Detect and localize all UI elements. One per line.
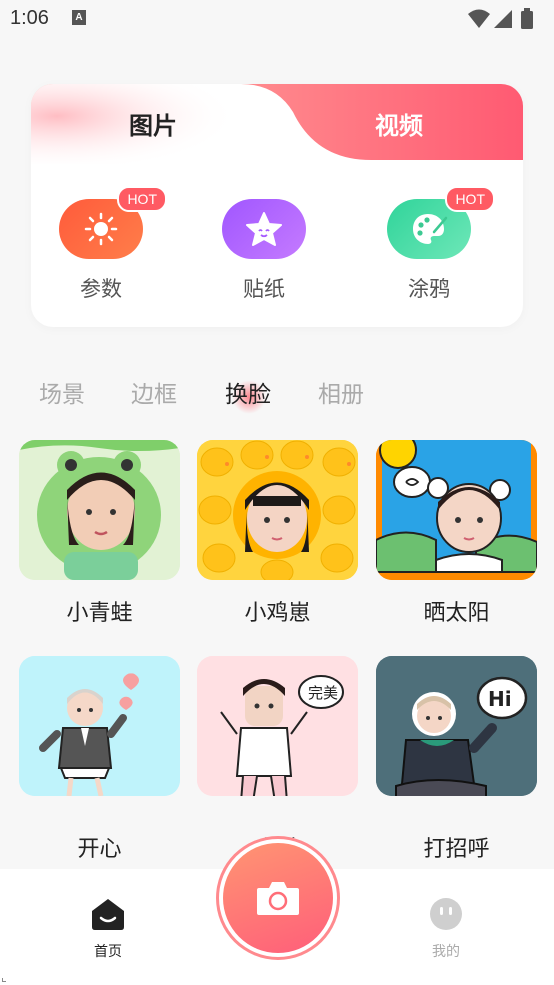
perfect-sticker-text: 完美 — [308, 684, 338, 702]
tool-doodle-label: 涂鸦 — [408, 277, 450, 301]
happy-illustration — [19, 656, 180, 796]
template-label: 开心 — [77, 837, 122, 862]
frog-illustration — [19, 440, 180, 580]
template-label: 打招呼 — [423, 837, 490, 862]
sun-icon — [84, 212, 118, 246]
palette-icon — [413, 214, 448, 244]
perfect-illustration: 完美 — [197, 656, 358, 796]
tool-doodle[interactable]: HOT 涂鸦 — [387, 186, 495, 303]
tool-stickers-label: 贴纸 — [243, 277, 285, 301]
status-time: 1:06 — [10, 7, 49, 29]
tab-picture[interactable]: 图片 — [129, 106, 177, 141]
tools-card: 图片 视频 HOT 参数 贴纸 HOT 涂鸦 — [31, 84, 523, 327]
tool-stickers[interactable]: 贴纸 — [222, 199, 306, 303]
signal-icon — [494, 10, 512, 28]
tool-params[interactable]: HOT 参数 — [59, 186, 167, 303]
template-thumb-frog[interactable] — [19, 440, 180, 580]
sunbathing-illustration — [376, 440, 537, 580]
hi-sticker-text: Hi — [488, 687, 512, 711]
camera-button-ring[interactable] — [216, 836, 340, 960]
category-faceswap[interactable]: 换脸 — [225, 375, 271, 409]
nav-home[interactable]: 首页 — [68, 897, 148, 961]
card-tab-background — [31, 84, 523, 164]
template-thumb-happy[interactable] — [19, 656, 180, 796]
star-face-icon — [246, 212, 282, 246]
tab-video[interactable]: 视频 — [375, 106, 423, 141]
battery-icon — [521, 11, 533, 29]
nav-mine-label: 我的 — [432, 944, 460, 960]
status-bar: 1:06 A — [0, 0, 554, 38]
template-thumb-perfect[interactable]: 完美 — [197, 656, 358, 796]
template-thumb-hi[interactable]: Hi — [376, 656, 537, 796]
nav-home-label: 首页 — [94, 944, 122, 960]
camera-icon — [257, 882, 299, 915]
template-label: 小鸡崽 — [244, 601, 311, 626]
profile-face-icon — [430, 898, 462, 930]
wifi-icon — [468, 9, 490, 28]
corner-mark — [2, 978, 6, 982]
camera-button[interactable] — [223, 843, 333, 953]
tool-params-label: 参数 — [80, 277, 122, 301]
chick-illustration — [197, 440, 358, 580]
hot-badge: HOT — [117, 186, 167, 212]
template-label: 小青蛙 — [66, 601, 133, 626]
category-scene[interactable]: 场景 — [39, 375, 85, 409]
nav-mine[interactable]: 我的 — [406, 897, 486, 961]
status-icons — [466, 8, 544, 34]
hot-badge: HOT — [445, 186, 495, 212]
category-tabs: 场景 边框 换脸 相册 — [0, 372, 554, 412]
hi-illustration: Hi — [376, 656, 537, 796]
template-thumb-chick[interactable] — [197, 440, 358, 580]
template-label: 晒太阳 — [423, 601, 490, 626]
home-icon — [92, 899, 124, 930]
tool-stickers-button[interactable] — [222, 199, 306, 259]
category-frame[interactable]: 边框 — [131, 375, 177, 409]
category-album[interactable]: 相册 — [318, 375, 364, 409]
template-thumb-sun[interactable] — [376, 440, 537, 580]
notification-a-icon: A — [72, 10, 86, 25]
